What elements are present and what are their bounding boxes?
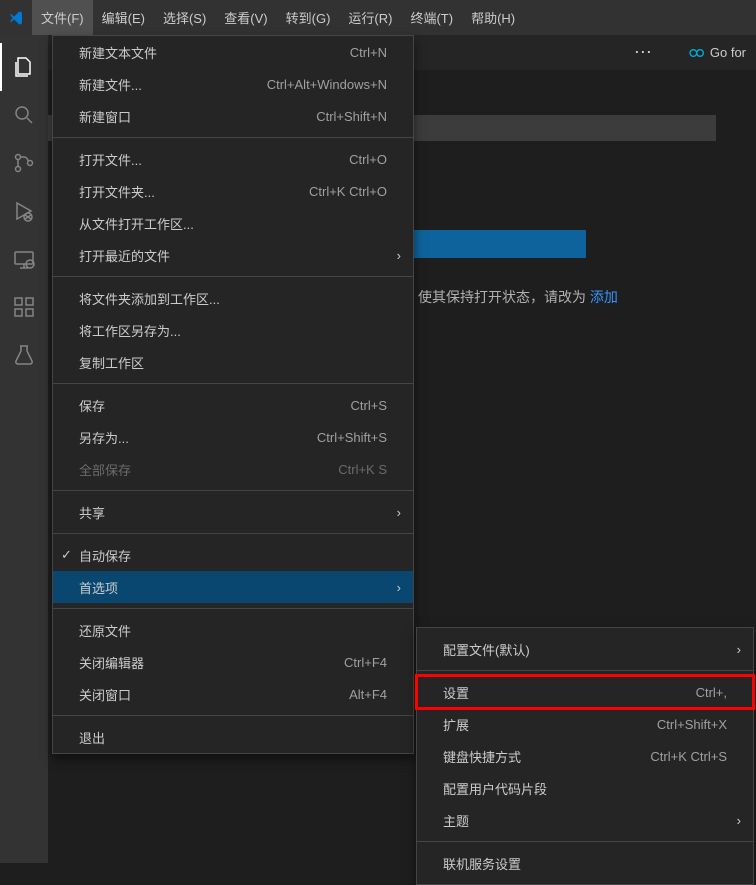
preferences-submenu: 配置文件(默认)› 设置Ctrl+, 扩展Ctrl+Shift+X 键盘快捷方式… bbox=[416, 627, 754, 885]
menu-separator bbox=[417, 670, 753, 671]
submenu-settings[interactable]: 设置Ctrl+, bbox=[417, 676, 753, 708]
run-debug-icon[interactable] bbox=[0, 187, 48, 235]
extensions-icon[interactable] bbox=[0, 283, 48, 331]
menubar: 文件(F) 编辑(E) 选择(S) 查看(V) 转到(G) 运行(R) 终端(T… bbox=[32, 0, 524, 35]
menu-save[interactable]: 保存Ctrl+S bbox=[53, 389, 413, 421]
testing-icon[interactable] bbox=[0, 331, 48, 379]
chevron-right-icon: › bbox=[737, 642, 741, 657]
activity-bar bbox=[0, 35, 48, 863]
menu-close-window[interactable]: 关闭窗口Alt+F4 bbox=[53, 678, 413, 710]
menu-open-recent[interactable]: 打开最近的文件› bbox=[53, 239, 413, 271]
menu-exit[interactable]: 退出 bbox=[53, 721, 413, 753]
submenu-profiles[interactable]: 配置文件(默认)› bbox=[417, 633, 753, 665]
search-icon[interactable] bbox=[0, 91, 48, 139]
chevron-right-icon: › bbox=[397, 248, 401, 263]
add-link[interactable]: 添加 bbox=[590, 289, 618, 305]
menu-duplicate-workspace[interactable]: 复制工作区 bbox=[53, 346, 413, 378]
menu-add-folder-workspace[interactable]: 将文件夹添加到工作区... bbox=[53, 282, 413, 314]
menu-file[interactable]: 文件(F) bbox=[32, 0, 93, 35]
menu-separator bbox=[53, 608, 413, 609]
submenu-keyboard-shortcuts[interactable]: 键盘快捷方式Ctrl+K Ctrl+S bbox=[417, 740, 753, 772]
vscode-icon bbox=[8, 10, 24, 26]
menu-separator bbox=[53, 490, 413, 491]
source-control-icon[interactable] bbox=[0, 139, 48, 187]
menu-save-as[interactable]: 另存为...Ctrl+Shift+S bbox=[53, 421, 413, 453]
menu-separator bbox=[53, 715, 413, 716]
submenu-theme[interactable]: 主题› bbox=[417, 804, 753, 836]
menu-separator bbox=[53, 276, 413, 277]
go-tab[interactable]: Go for bbox=[688, 45, 746, 61]
menu-selection[interactable]: 选择(S) bbox=[154, 0, 215, 35]
menu-new-window[interactable]: 新建窗口Ctrl+Shift+N bbox=[53, 100, 413, 132]
menu-revert-file[interactable]: 还原文件 bbox=[53, 614, 413, 646]
menu-terminal[interactable]: 终端(T) bbox=[401, 0, 462, 35]
menu-open-workspace[interactable]: 从文件打开工作区... bbox=[53, 207, 413, 239]
menu-separator bbox=[53, 383, 413, 384]
menu-go[interactable]: 转到(G) bbox=[277, 0, 340, 35]
check-icon: ✓ bbox=[61, 547, 72, 563]
file-menu-dropdown: 新建文本文件Ctrl+N 新建文件...Ctrl+Alt+Windows+N 新… bbox=[52, 35, 414, 754]
menu-view[interactable]: 查看(V) bbox=[215, 0, 276, 35]
menu-separator bbox=[53, 137, 413, 138]
menu-preferences[interactable]: 首选项› bbox=[53, 571, 413, 603]
menu-auto-save[interactable]: ✓自动保存 bbox=[53, 539, 413, 571]
menu-help[interactable]: 帮助(H) bbox=[462, 0, 524, 35]
explorer-icon[interactable] bbox=[0, 43, 48, 91]
menu-new-text-file[interactable]: 新建文本文件Ctrl+N bbox=[53, 36, 413, 68]
menu-new-file[interactable]: 新建文件...Ctrl+Alt+Windows+N bbox=[53, 68, 413, 100]
submenu-online-services[interactable]: 联机服务设置 bbox=[417, 847, 753, 879]
menu-separator bbox=[417, 841, 753, 842]
menu-run[interactable]: 运行(R) bbox=[339, 0, 401, 35]
submenu-extensions[interactable]: 扩展Ctrl+Shift+X bbox=[417, 708, 753, 740]
menu-edit[interactable]: 编辑(E) bbox=[93, 0, 154, 35]
menu-close-editor[interactable]: 关闭编辑器Ctrl+F4 bbox=[53, 646, 413, 678]
submenu-user-snippets[interactable]: 配置用户代码片段 bbox=[417, 772, 753, 804]
chevron-right-icon: › bbox=[397, 505, 401, 520]
remote-explorer-icon[interactable] bbox=[0, 235, 48, 283]
menu-separator bbox=[53, 533, 413, 534]
chevron-right-icon: › bbox=[737, 813, 741, 828]
titlebar: 文件(F) 编辑(E) 选择(S) 查看(V) 转到(G) 运行(R) 终端(T… bbox=[0, 0, 756, 35]
tab-more-icon[interactable]: ⋯ bbox=[634, 42, 652, 63]
go-logo-icon bbox=[688, 45, 704, 61]
menu-open-folder[interactable]: 打开文件夹...Ctrl+K Ctrl+O bbox=[53, 175, 413, 207]
menu-save-workspace-as[interactable]: 将工作区另存为... bbox=[53, 314, 413, 346]
menu-share[interactable]: 共享› bbox=[53, 496, 413, 528]
menu-open-file[interactable]: 打开文件...Ctrl+O bbox=[53, 143, 413, 175]
menu-save-all: 全部保存Ctrl+K S bbox=[53, 453, 413, 485]
chevron-right-icon: › bbox=[397, 580, 401, 595]
